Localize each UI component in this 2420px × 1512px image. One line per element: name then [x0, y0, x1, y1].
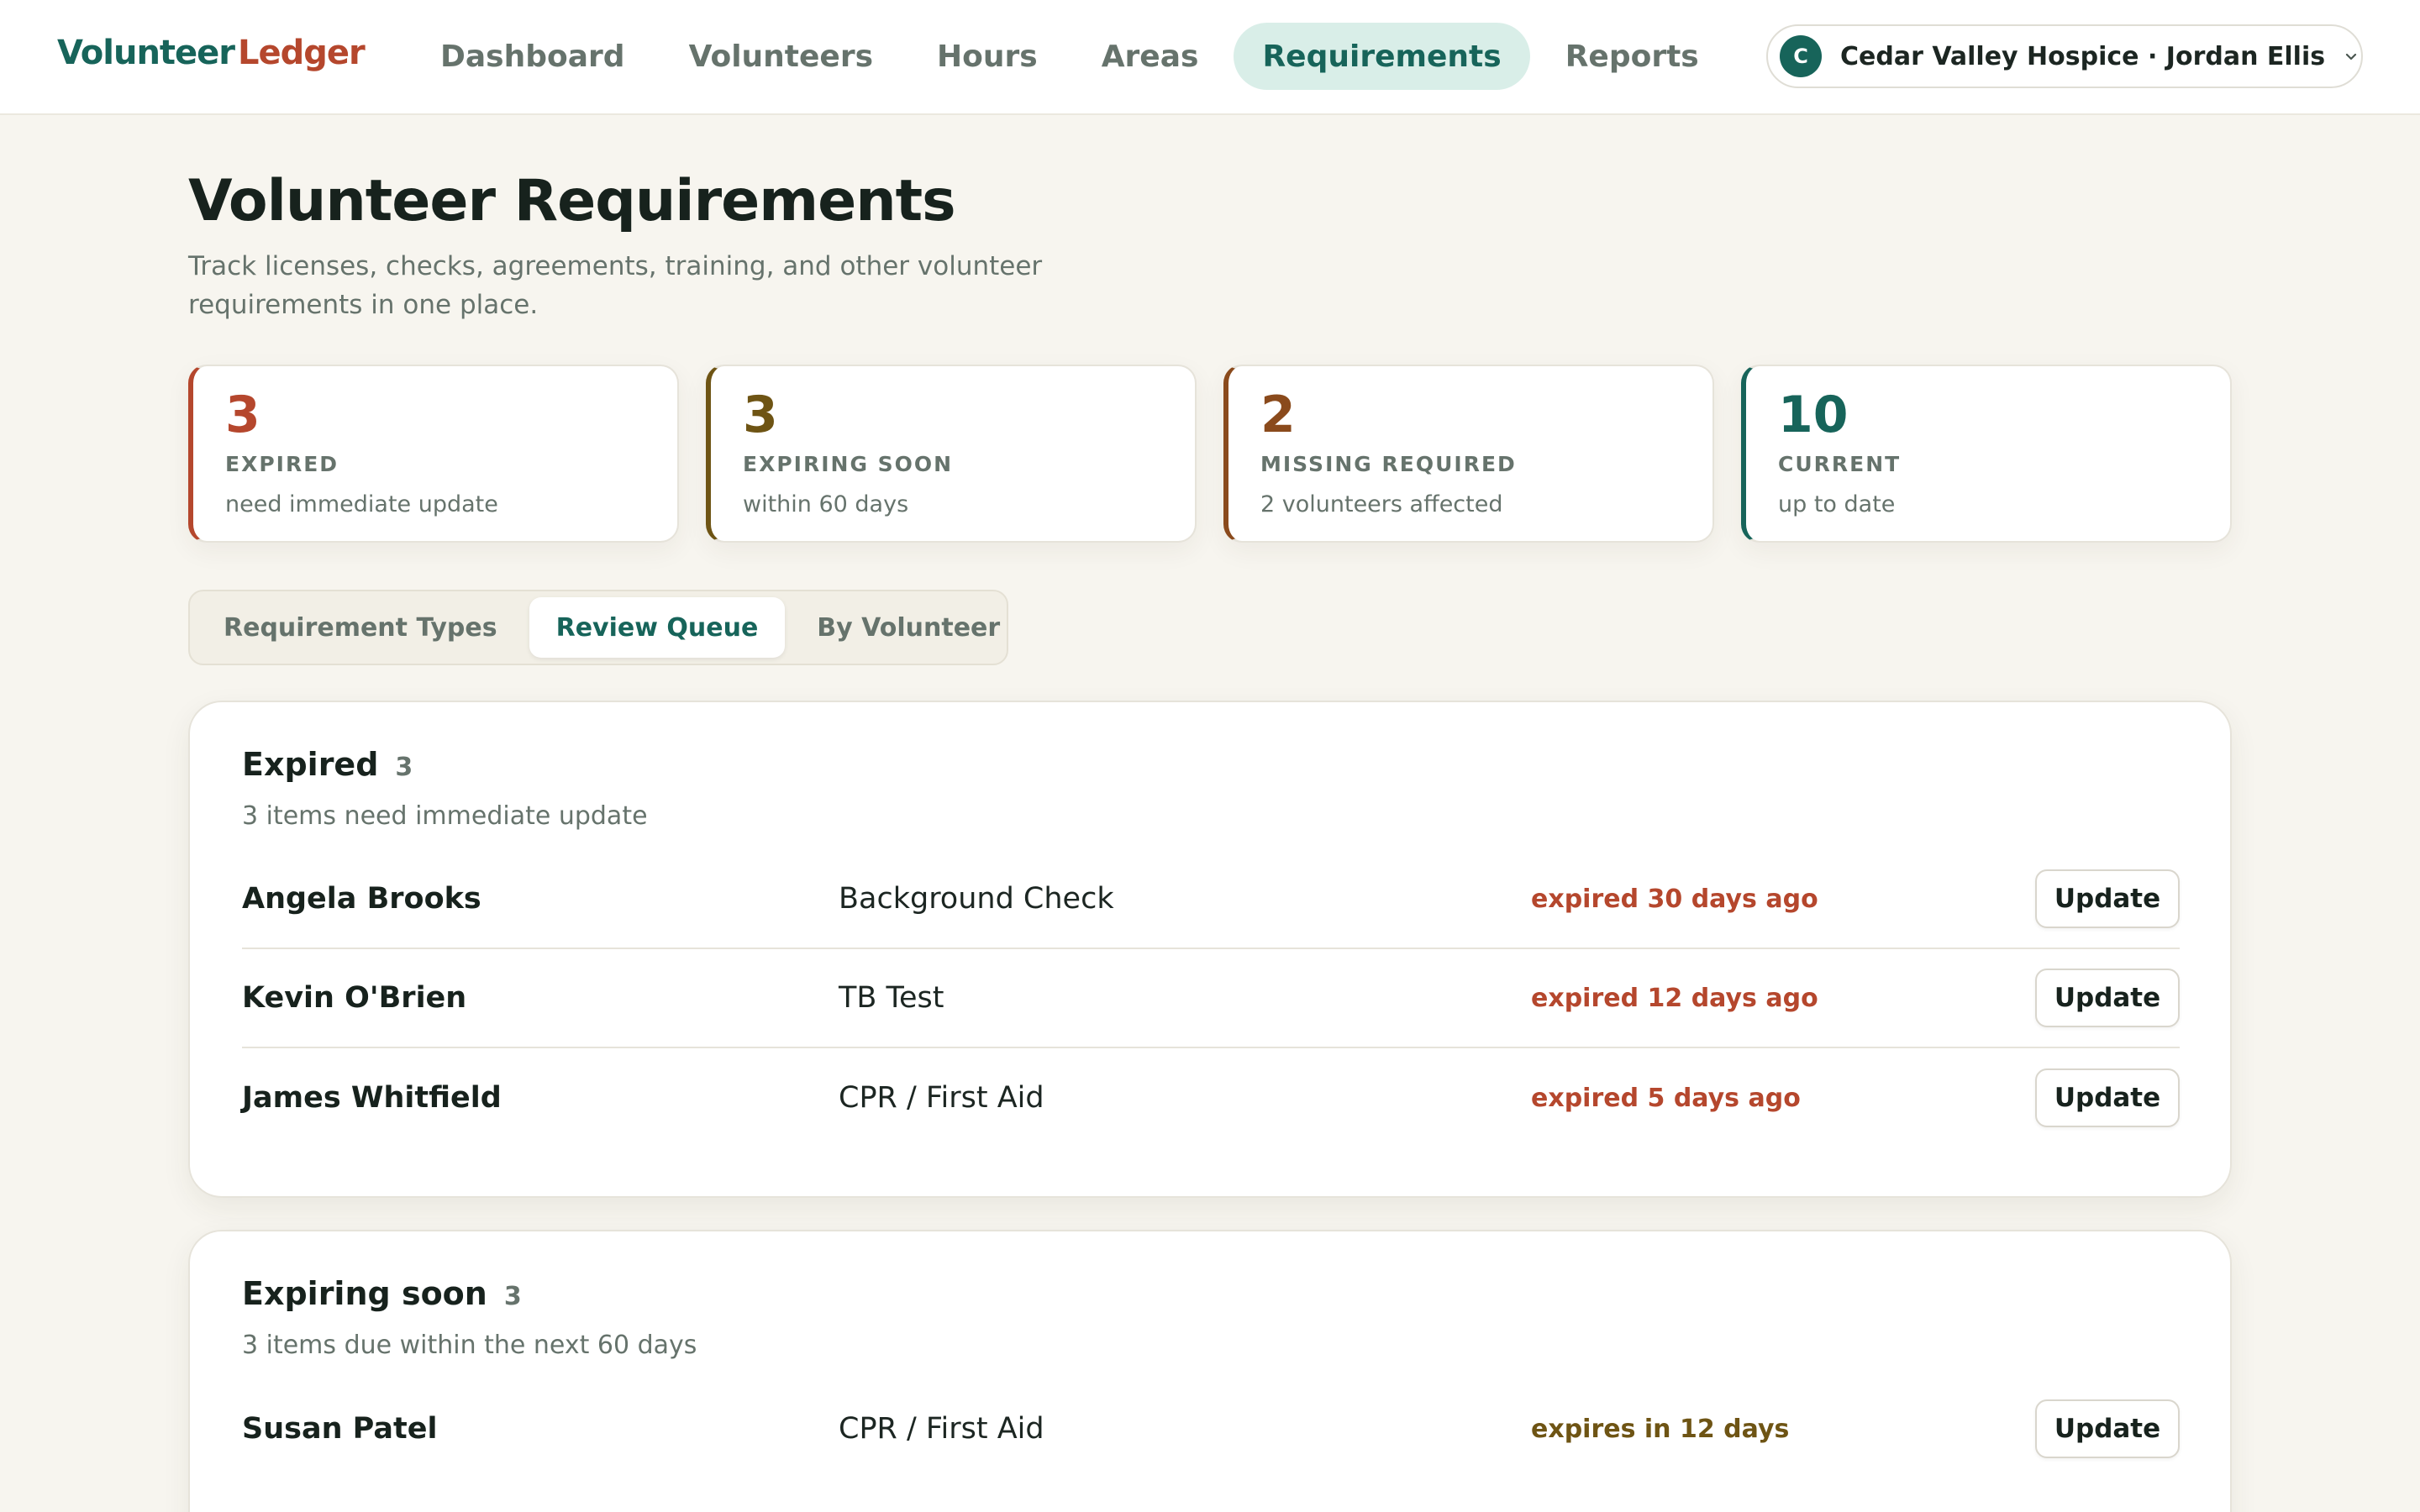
page-subtitle: Track licenses, checks, agreements, trai…	[188, 251, 1043, 320]
update-button[interactable]: Update	[2035, 969, 2180, 1027]
summary-stats: 3 EXPIRED need immediate update 3 EXPIRI…	[188, 365, 2232, 543]
requirement-name: CPR / First Aid	[839, 1412, 1044, 1446]
org-avatar: C	[1780, 35, 1822, 77]
volunteer-name[interactable]: Susan Patel	[242, 1412, 437, 1446]
stat-value: 2	[1260, 386, 1296, 444]
tab-by-volunteer[interactable]: By Volunteer	[790, 597, 1027, 658]
section-title: Expiring soon	[242, 1275, 487, 1312]
list-item: Angela Brooks Background Check expired 3…	[242, 850, 2180, 949]
volunteer-name[interactable]: Angela Brooks	[242, 882, 481, 916]
stat-label: CURRENT	[1778, 452, 1902, 476]
section-header: Expiring soon 3	[242, 1275, 522, 1312]
view-tabs: Requirement Types Review Queue By Volunt…	[188, 590, 1008, 665]
logo-part-volunteer: Volunteer	[57, 34, 235, 72]
update-button[interactable]: Update	[2035, 1068, 2180, 1127]
stat-value: 3	[225, 386, 260, 444]
stat-card-expired[interactable]: 3 EXPIRED need immediate update	[188, 365, 679, 543]
tab-review-queue[interactable]: Review Queue	[529, 597, 786, 658]
page-title: Volunteer Requirements	[188, 168, 956, 234]
stat-value: 10	[1778, 386, 1849, 444]
expiring-soon-section: Expiring soon 3 3 items due within the n…	[188, 1230, 2232, 1512]
stat-card-expiring-soon[interactable]: 3 EXPIRING SOON within 60 days	[706, 365, 1197, 543]
nav-dashboard[interactable]: Dashboard	[412, 23, 654, 90]
logo-part-ledger: Ledger	[238, 34, 366, 72]
org-name: Cedar Valley Hospice · Jordan Ellis	[1840, 41, 2326, 71]
stat-note: up to date	[1778, 491, 1896, 517]
nav-hours[interactable]: Hours	[908, 23, 1066, 90]
app-logo[interactable]: Volunteer Ledger	[57, 34, 366, 72]
section-subtitle: 3 items due within the next 60 days	[242, 1331, 697, 1360]
section-title: Expired	[242, 746, 379, 783]
list-item: Susan Patel CPR / First Aid expires in 1…	[242, 1379, 2180, 1478]
volunteer-name[interactable]: James Whitfield	[242, 1081, 502, 1115]
section-header: Expired 3	[242, 746, 413, 783]
stat-card-missing-required[interactable]: 2 MISSING REQUIRED 2 volunteers affected	[1223, 365, 1714, 543]
update-button[interactable]: Update	[2035, 869, 2180, 928]
volunteer-name[interactable]: Kevin O'Brien	[242, 981, 466, 1015]
requirement-name: Background Check	[839, 882, 1114, 916]
section-count: 3	[503, 1282, 522, 1311]
stat-label: MISSING REQUIRED	[1260, 452, 1517, 476]
nav-requirements[interactable]: Requirements	[1234, 23, 1530, 90]
tab-requirement-types[interactable]: Requirement Types	[197, 597, 524, 658]
requirement-name: TB Test	[839, 981, 944, 1015]
section-subtitle: 3 items need immediate update	[242, 801, 648, 831]
stat-note: need immediate update	[225, 491, 498, 517]
nav-reports[interactable]: Reports	[1537, 23, 1728, 90]
stat-value: 3	[743, 386, 778, 444]
stat-label: EXPIRING SOON	[743, 452, 954, 476]
update-button[interactable]: Update	[2035, 1399, 2180, 1458]
status-text: expired 30 days ago	[1531, 884, 1818, 914]
list-item: James Whitfield CPR / First Aid expired …	[242, 1048, 2180, 1147]
list-item: Kevin O'Brien TB Test expired 12 days ag…	[242, 949, 2180, 1048]
chevron-down-icon	[2345, 53, 2357, 60]
stat-note: 2 volunteers affected	[1260, 491, 1503, 517]
stat-note: within 60 days	[743, 491, 909, 517]
status-text: expires in 12 days	[1531, 1414, 1790, 1444]
org-switcher[interactable]: C Cedar Valley Hospice · Jordan Ellis	[1766, 24, 2363, 88]
section-count: 3	[395, 753, 413, 782]
stat-card-current[interactable]: 10 CURRENT up to date	[1741, 365, 2232, 543]
status-text: expired 12 days ago	[1531, 983, 1818, 1013]
requirement-name: CPR / First Aid	[839, 1081, 1044, 1115]
expiring-soon-list: Susan Patel CPR / First Aid expires in 1…	[242, 1379, 2180, 1478]
nav-areas[interactable]: Areas	[1073, 23, 1228, 90]
stat-label: EXPIRED	[225, 452, 339, 476]
top-navigation-bar: Volunteer Ledger Dashboard Volunteers Hou…	[0, 0, 2420, 115]
main-nav: Dashboard Volunteers Hours Areas Require…	[412, 23, 1728, 90]
expired-list: Angela Brooks Background Check expired 3…	[242, 850, 2180, 1147]
expired-section: Expired 3 3 items need immediate update …	[188, 701, 2232, 1198]
nav-volunteers[interactable]: Volunteers	[660, 23, 902, 90]
status-text: expired 5 days ago	[1531, 1083, 1801, 1113]
